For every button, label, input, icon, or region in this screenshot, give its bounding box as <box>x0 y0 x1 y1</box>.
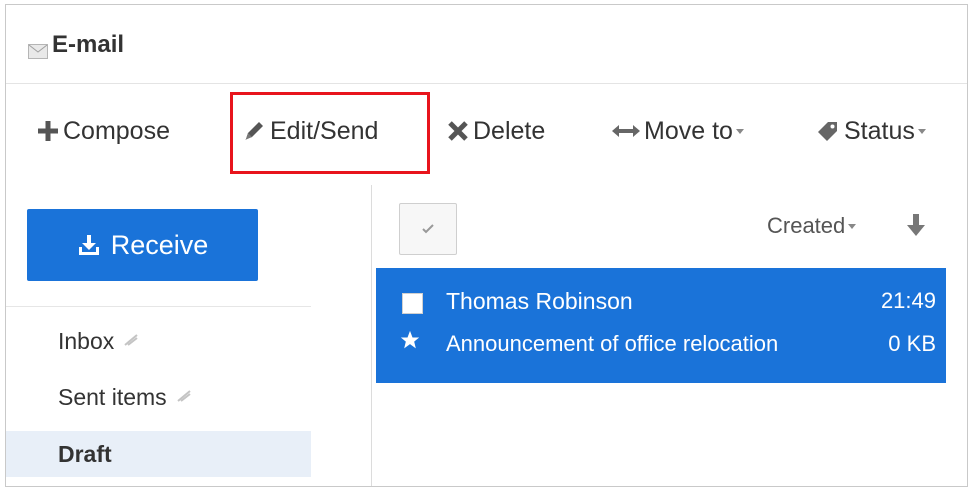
receive-label: Receive <box>110 229 209 260</box>
message-list: Created Thomas Robinson 21:49 Announceme… <box>372 185 967 486</box>
message-row[interactable]: Thomas Robinson 21:49 Announcement of of… <box>376 268 946 383</box>
folder-draft[interactable]: Draft <box>6 431 311 477</box>
app-title: E-mail <box>28 31 124 59</box>
pin-icon <box>177 389 191 405</box>
folder-label: Sent items <box>58 383 167 410</box>
delete-label: Delete <box>473 116 546 145</box>
folder-sidebar: Receive Inbox Sent items Draft <box>6 185 371 486</box>
check-icon <box>421 219 435 240</box>
compose-button[interactable]: Compose <box>37 111 170 151</box>
compose-label: Compose <box>63 116 170 145</box>
double-arrow-icon <box>612 123 640 139</box>
folder-label: Draft <box>58 440 112 467</box>
message-sender: Thomas Robinson <box>446 288 633 314</box>
tag-icon <box>816 119 840 143</box>
status-button[interactable]: Status <box>816 111 926 151</box>
select-all-checkbox[interactable] <box>399 203 457 255</box>
move-to-label: Move to <box>644 116 733 145</box>
sort-dropdown[interactable]: Created <box>767 213 857 239</box>
sort-direction-button[interactable] <box>906 213 926 242</box>
mail-icon <box>28 38 48 59</box>
message-time: 21:49 <box>880 288 936 313</box>
folder-sent-items[interactable]: Sent items <box>6 377 311 417</box>
app-title-text: E-mail <box>52 31 125 58</box>
move-to-button[interactable]: Move to <box>612 111 744 151</box>
message-size: 0 KB <box>888 331 936 356</box>
folder-label: Inbox <box>58 327 115 354</box>
arrow-down-icon <box>906 213 926 242</box>
status-label: Status <box>844 116 915 145</box>
title-bar: E-mail <box>6 5 967 84</box>
highlight-box <box>230 92 430 174</box>
delete-button[interactable]: Delete <box>447 111 545 151</box>
star-icon[interactable] <box>400 330 420 356</box>
chevron-down-icon <box>735 128 744 134</box>
plus-icon <box>37 120 59 142</box>
folder-inbox[interactable]: Inbox <box>6 321 311 361</box>
email-window: E-mail Compose Edit/Send Delete Move to <box>5 4 968 487</box>
sort-label: Created <box>767 213 846 238</box>
message-checkbox[interactable] <box>402 293 423 314</box>
download-icon <box>77 233 101 257</box>
chevron-down-icon <box>917 128 926 134</box>
x-icon <box>447 120 469 142</box>
divider <box>6 306 311 307</box>
chevron-down-icon <box>848 223 857 229</box>
pin-icon <box>124 333 138 349</box>
receive-button[interactable]: Receive <box>27 209 258 281</box>
message-subject: Announcement of office relocation <box>446 331 779 356</box>
